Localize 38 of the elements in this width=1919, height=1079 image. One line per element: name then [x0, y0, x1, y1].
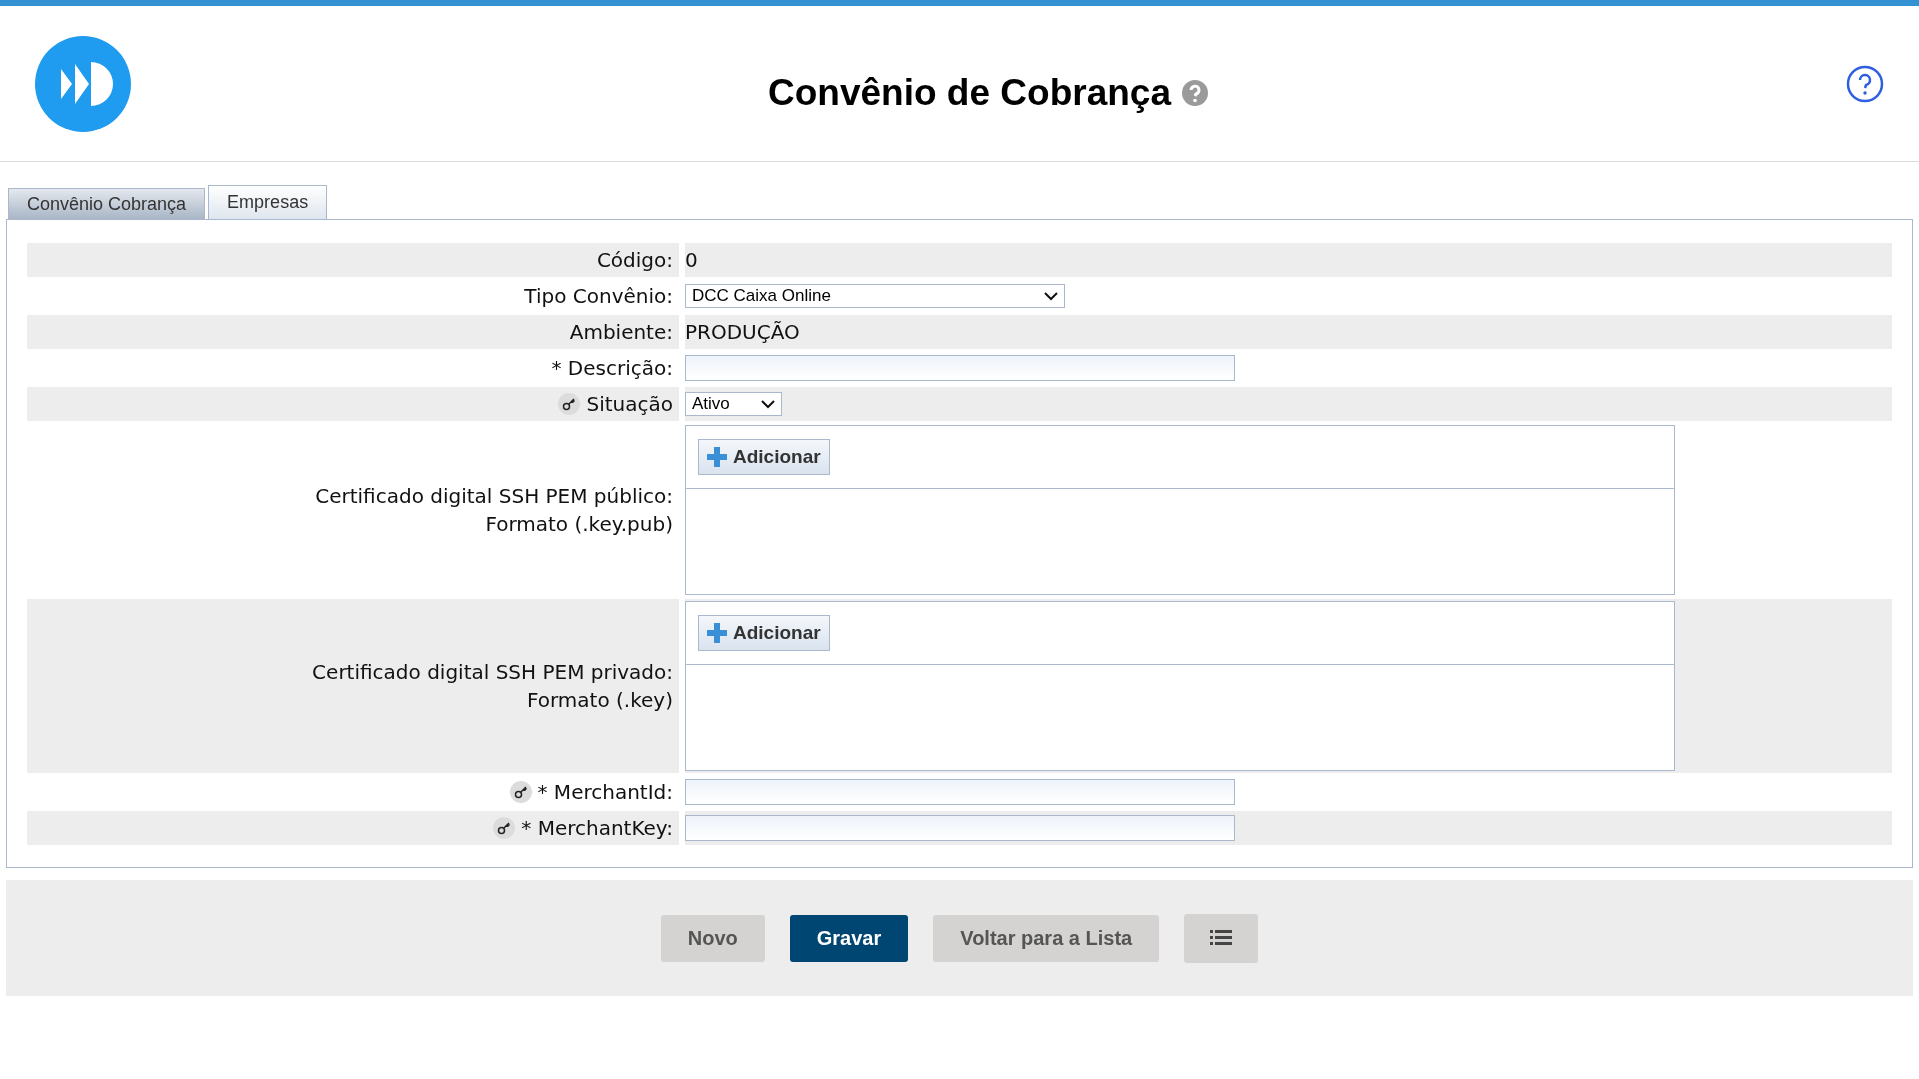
- field-label: * MerchantId:: [537, 779, 673, 806]
- chevron-down-icon: [1044, 291, 1058, 301]
- field-value: PRODUÇÃO: [685, 319, 800, 346]
- key-icon: [558, 393, 581, 415]
- list-button[interactable]: [1184, 913, 1259, 963]
- save-button[interactable]: Gravar: [789, 914, 909, 962]
- field-label: Situação: [586, 391, 673, 418]
- action-button[interactable]: Voltar para a Lista: [933, 914, 1160, 962]
- field-label: Formato (.key): [526, 687, 673, 714]
- chevron-down-icon: [761, 399, 775, 409]
- field-label: Tipo Convênio:: [524, 283, 673, 310]
- field-label: Certificado digital SSH PEM público:: [315, 483, 673, 510]
- tab[interactable]: Empresas: [208, 185, 328, 219]
- plus-icon: [707, 623, 727, 643]
- field-value: 0: [685, 247, 698, 274]
- select-field[interactable]: DCC Caixa Online: [685, 284, 1065, 308]
- plus-icon: [707, 447, 727, 467]
- key-icon: [509, 781, 532, 803]
- field-label: * MerchantKey:: [521, 815, 673, 842]
- field-label: Código:: [596, 247, 673, 274]
- page-title: Convênio de Cobrança: [768, 70, 1171, 115]
- list-icon: [1210, 929, 1233, 947]
- input-field[interactable]: [685, 815, 1235, 841]
- help-icon[interactable]: [1846, 64, 1884, 103]
- add-button[interactable]: Adicionar: [698, 439, 830, 475]
- action-button[interactable]: Novo: [660, 914, 765, 962]
- help-icon[interactable]: [1180, 78, 1209, 107]
- input-field[interactable]: [685, 355, 1235, 381]
- field-label: Certificado digital SSH PEM privado:: [312, 659, 673, 686]
- field-label: Ambiente:: [569, 319, 673, 346]
- logo-icon: [35, 35, 131, 132]
- input-field[interactable]: [685, 779, 1235, 805]
- field-label: Formato (.key.pub): [485, 511, 673, 538]
- add-button[interactable]: Adicionar: [698, 615, 830, 651]
- key-icon: [493, 817, 516, 839]
- select-field[interactable]: Ativo: [685, 392, 782, 416]
- field-label: * Descrição:: [551, 355, 673, 382]
- tab[interactable]: Convênio Cobrança: [8, 188, 206, 219]
